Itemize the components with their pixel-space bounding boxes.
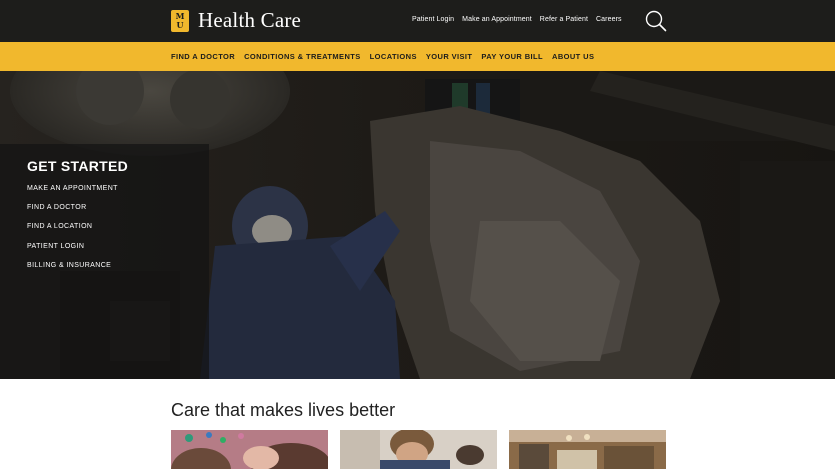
mu-logo-icon: M U xyxy=(171,9,189,32)
brand-home-link[interactable]: M U Health Care xyxy=(171,8,301,33)
card-photo-3 xyxy=(509,430,666,469)
nav-item-find-a-doctor[interactable]: FIND A DOCTOR xyxy=(171,52,235,61)
util-link-careers[interactable]: Careers xyxy=(596,16,622,23)
nav-item-conditions-treatments[interactable]: CONDITIONS & TREATMENTS xyxy=(244,52,361,61)
gs-link-billing-insurance[interactable]: BILLING & INSURANCE xyxy=(27,262,209,281)
card-photo-2 xyxy=(340,430,497,469)
card-image-1[interactable] xyxy=(171,430,328,469)
nav-item-your-visit[interactable]: YOUR VISIT xyxy=(426,52,473,61)
nav-item-about-us[interactable]: ABOUT US xyxy=(552,52,594,61)
nav-item-locations[interactable]: LOCATIONS xyxy=(370,52,417,61)
main-nav: FIND A DOCTOR CONDITIONS & TREATMENTS LO… xyxy=(0,42,835,71)
card-image-2[interactable] xyxy=(340,430,497,469)
card-photo-1 xyxy=(171,430,328,469)
util-link-patient-login[interactable]: Patient Login xyxy=(412,16,454,23)
hero-banner: GET STARTED MAKE AN APPOINTMENT FIND A D… xyxy=(0,71,835,379)
care-section-heading: Care that makes lives better xyxy=(171,400,396,420)
top-header: M U Health Care Patient Login Make an Ap… xyxy=(0,0,835,42)
get-started-list: MAKE AN APPOINTMENT FIND A DOCTOR FIND A… xyxy=(27,185,209,281)
get-started-panel: GET STARTED MAKE AN APPOINTMENT FIND A D… xyxy=(0,144,209,379)
nav-item-pay-your-bill[interactable]: PAY YOUR BILL xyxy=(481,52,543,61)
brand-name: Health Care xyxy=(198,8,302,32)
gs-link-patient-login[interactable]: PATIENT LOGIN xyxy=(27,243,209,262)
util-link-make-appointment[interactable]: Make an Appointment xyxy=(462,16,532,23)
gs-link-find-doctor[interactable]: FIND A DOCTOR xyxy=(27,204,209,223)
gs-link-find-location[interactable]: FIND A LOCATION xyxy=(27,223,209,242)
get-started-title: GET STARTED xyxy=(27,158,129,174)
utility-nav: Patient Login Make an Appointment Refer … xyxy=(412,16,630,23)
search-icon xyxy=(645,10,667,32)
util-link-refer-patient[interactable]: Refer a Patient xyxy=(540,16,588,23)
search-button[interactable] xyxy=(645,10,667,32)
card-image-3[interactable] xyxy=(509,430,666,469)
logo-letter-bottom: U xyxy=(176,19,184,30)
gs-link-make-appointment[interactable]: MAKE AN APPOINTMENT xyxy=(27,185,209,204)
